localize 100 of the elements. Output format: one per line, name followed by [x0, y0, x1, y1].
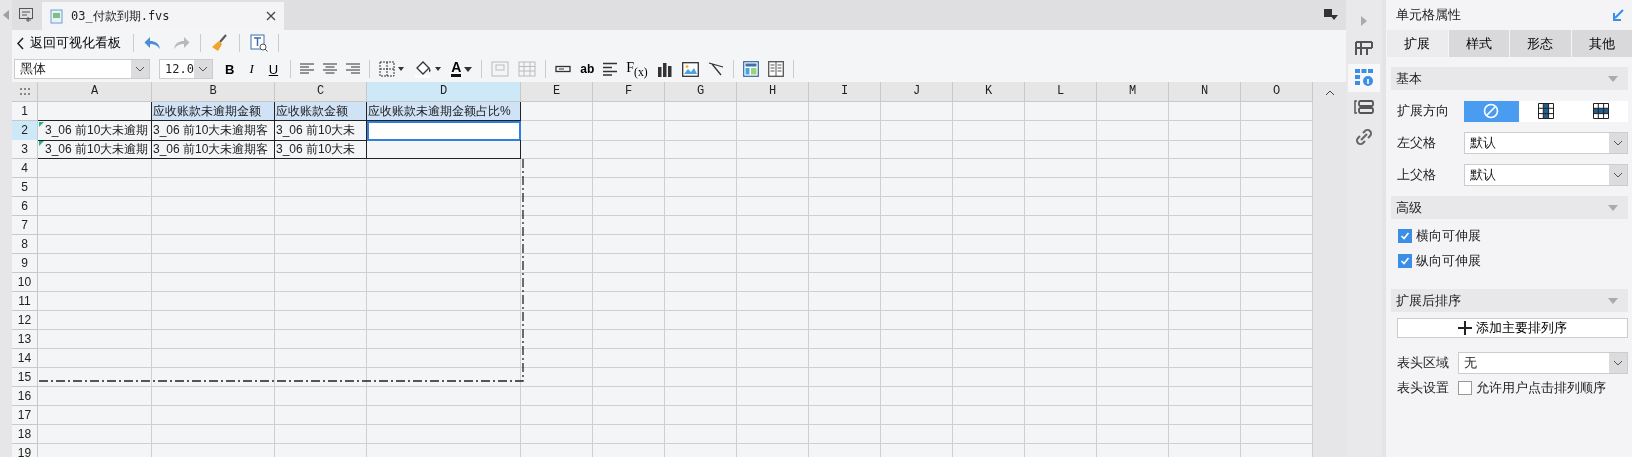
column-header[interactable]: C [275, 82, 367, 102]
row-header[interactable]: 14 [12, 349, 38, 368]
panel-tab[interactable]: 样式 [1447, 30, 1509, 57]
column-header[interactable]: F [593, 82, 665, 102]
no-entry-icon [1483, 103, 1500, 119]
merge-cells-icon[interactable] [491, 61, 510, 77]
row-header[interactable]: 1 [12, 102, 38, 121]
font-size-select[interactable]: 12.0 [159, 59, 213, 79]
panel-tab[interactable]: 扩展 [1386, 30, 1448, 57]
column-header[interactable]: E [521, 82, 593, 102]
slash-icon[interactable] [707, 62, 724, 76]
select-all-icon[interactable] [19, 87, 30, 96]
file-tab[interactable]: 03_付款到期.fvs [42, 2, 284, 30]
table-cell[interactable]: 3_06 前10大未逾期 [38, 121, 152, 141]
row-header[interactable]: 8 [12, 235, 38, 254]
column-header[interactable]: D [367, 82, 521, 102]
link-icon[interactable] [1355, 128, 1373, 146]
border-icon[interactable] [379, 61, 406, 77]
column-header[interactable]: N [1169, 82, 1241, 102]
image-icon[interactable] [681, 61, 699, 77]
expand-icon[interactable] [1361, 16, 1367, 26]
table-cell[interactable]: 应收账款未逾期金额 [152, 102, 275, 121]
column-header[interactable]: H [737, 82, 809, 102]
column-header[interactable]: M [1097, 82, 1169, 102]
panel-tab[interactable]: 其他 [1570, 30, 1632, 57]
column-header[interactable]: A [38, 82, 152, 102]
cell-text: 3_06 前10大未逾期客 [152, 122, 269, 139]
align-left-icon[interactable] [300, 63, 315, 75]
widget-icon[interactable] [1354, 100, 1374, 114]
new-template-icon[interactable] [18, 7, 34, 23]
row-header[interactable]: 7 [12, 216, 38, 235]
section-header[interactable]: 扩展后排序 [1391, 289, 1628, 312]
section-header[interactable]: 基本 [1391, 67, 1628, 90]
row-header[interactable]: 15 [12, 368, 38, 387]
table-cell[interactable] [367, 140, 521, 159]
table-cell[interactable]: 应收账款未逾期金额占比% [367, 102, 521, 121]
font-color-button[interactable]: A [451, 61, 473, 77]
checkbox[interactable] [1458, 381, 1472, 395]
column-header[interactable]: O [1241, 82, 1313, 102]
collapse-arrow-icon[interactable] [1612, 9, 1624, 21]
column-header[interactable]: G [665, 82, 737, 102]
row-header[interactable]: 11 [12, 292, 38, 311]
paragraph-icon[interactable] [603, 62, 618, 76]
row-header[interactable]: 17 [12, 406, 38, 425]
table-cell[interactable]: 应收账款金额 [275, 102, 367, 121]
table-cell[interactable]: 3_06 前10大未逾期 [38, 140, 152, 159]
table-grid-icon[interactable] [518, 61, 537, 77]
italic-button[interactable]: I [246, 61, 257, 77]
scroll-left-icon[interactable] [2, 10, 10, 20]
cell-properties-icon[interactable] [1355, 69, 1373, 87]
close-icon[interactable] [266, 11, 276, 21]
redo-icon[interactable] [172, 36, 190, 50]
row-header[interactable]: 10 [12, 273, 38, 292]
table-cell[interactable]: 3_06 前10大未 [275, 140, 367, 159]
formula-button[interactable]: F$_{(x)}$ [626, 59, 648, 79]
column-header[interactable]: J [881, 82, 953, 102]
panel-menu-icon[interactable] [1324, 9, 1338, 21]
undo-icon[interactable] [144, 36, 162, 50]
row-header[interactable]: 3 [12, 140, 38, 159]
column-header[interactable]: B [152, 82, 275, 102]
row-header[interactable]: 5 [12, 178, 38, 197]
row-header[interactable]: 4 [12, 159, 38, 178]
row-header[interactable]: 6 [12, 197, 38, 216]
text-widget-button[interactable]: ab [580, 62, 595, 76]
back-button[interactable]: 返回可视化看板 [14, 34, 123, 52]
align-right-icon[interactable] [346, 63, 361, 75]
panel-tab[interactable]: 形态 [1509, 30, 1571, 57]
checkbox[interactable] [1398, 254, 1412, 268]
cell-text: 应收账款未逾期金额占比% [367, 103, 511, 120]
row-header[interactable]: 9 [12, 254, 38, 273]
add-sort-button[interactable]: 添加主要排列序 [1397, 318, 1628, 338]
brush-icon[interactable] [211, 34, 229, 52]
bar-chart-icon[interactable] [656, 61, 673, 77]
row-header[interactable]: 13 [12, 330, 38, 349]
section-header[interactable]: 高级 [1391, 196, 1628, 219]
text-preview-icon[interactable] [250, 34, 268, 52]
row-header[interactable]: 16 [12, 387, 38, 406]
header-area-select[interactable]: 无 [1458, 352, 1628, 374]
parent-cell-select[interactable]: 默认 [1464, 164, 1628, 186]
column-header[interactable]: K [953, 82, 1025, 102]
text-field-icon[interactable] [555, 65, 572, 73]
align-center-icon[interactable] [323, 63, 338, 75]
row-header[interactable]: 12 [12, 311, 38, 330]
bold-button[interactable]: B [222, 61, 238, 77]
layout-icon[interactable] [742, 61, 759, 77]
check-icon [1400, 256, 1410, 266]
fill-color-icon[interactable] [414, 60, 443, 78]
parent-cell-select[interactable]: 默认 [1464, 132, 1628, 154]
font-select[interactable]: 黑体 [14, 59, 150, 79]
column-header[interactable]: L [1025, 82, 1097, 102]
columns-icon[interactable] [767, 61, 784, 77]
table-cell[interactable]: 3_06 前10大未逾期客 [152, 121, 275, 141]
column-header[interactable]: I [809, 82, 881, 102]
scroll-up-icon[interactable] [1324, 90, 1335, 96]
row-header[interactable]: 18 [12, 425, 38, 444]
grid-column-icon [1538, 103, 1554, 119]
underline-button[interactable]: U [265, 61, 282, 77]
row-header[interactable]: 2 [12, 121, 38, 141]
table-layout-icon[interactable] [1355, 40, 1373, 56]
checkbox[interactable] [1398, 229, 1412, 243]
